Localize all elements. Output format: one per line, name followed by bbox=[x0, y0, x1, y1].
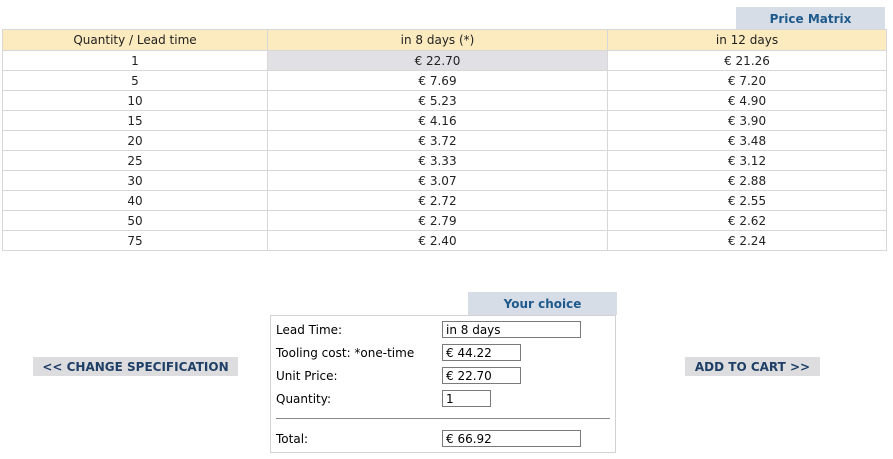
quantity-cell: 15 bbox=[2, 110, 268, 131]
price-8-days-cell[interactable]: € 2.40 bbox=[267, 230, 608, 251]
unit-price-label: Unit Price: bbox=[276, 369, 338, 383]
total-field[interactable]: € 66.92 bbox=[442, 430, 581, 447]
price-matrix-header-row: Quantity / Lead time in 8 days (*) in 12… bbox=[2, 29, 887, 51]
quantity-cell: 5 bbox=[2, 70, 268, 91]
quantity-field[interactable]: 1 bbox=[442, 390, 491, 407]
price-8-days-cell[interactable]: € 5.23 bbox=[267, 90, 608, 111]
quantity-cell: 1 bbox=[2, 50, 268, 71]
price-12-days-cell[interactable]: € 21.26 bbox=[607, 50, 887, 71]
quantity-cell: 50 bbox=[2, 210, 268, 231]
header-8-days: in 8 days (*) bbox=[267, 29, 608, 51]
price-8-days-cell[interactable]: € 3.07 bbox=[267, 170, 608, 191]
price-12-days-cell[interactable]: € 3.90 bbox=[607, 110, 887, 131]
price-matrix-table: Quantity / Lead time in 8 days (*) in 12… bbox=[2, 29, 887, 251]
header-quantity-lead-time: Quantity / Lead time bbox=[2, 29, 268, 51]
price-8-days-cell[interactable]: € 22.70 bbox=[267, 50, 608, 71]
tooling-cost-label: Tooling cost: *one-time bbox=[276, 346, 415, 360]
price-12-days-cell[interactable]: € 2.62 bbox=[607, 210, 887, 231]
price-matrix-row: 25 € 3.33 € 3.12 bbox=[2, 150, 887, 171]
price-matrix-row: 75 € 2.40 € 2.24 bbox=[2, 230, 887, 251]
price-matrix-row: 20 € 3.72 € 3.48 bbox=[2, 130, 887, 151]
your-choice-tab: Your choice bbox=[468, 292, 617, 315]
quantity-cell: 20 bbox=[2, 130, 268, 151]
price-12-days-cell[interactable]: € 2.88 bbox=[607, 170, 887, 191]
lead-time-field[interactable]: in 8 days bbox=[442, 321, 581, 338]
quantity-label: Quantity: bbox=[276, 392, 332, 406]
quantity-cell: 75 bbox=[2, 230, 268, 251]
price-12-days-cell[interactable]: € 4.90 bbox=[607, 90, 887, 111]
price-matrix-row: 40 € 2.72 € 2.55 bbox=[2, 190, 887, 211]
add-to-cart-button[interactable]: ADD TO CART >> bbox=[685, 357, 820, 376]
price-12-days-cell[interactable]: € 3.48 bbox=[607, 130, 887, 151]
change-specification-button[interactable]: << CHANGE SPECIFICATION bbox=[33, 357, 238, 376]
price-12-days-cell[interactable]: € 7.20 bbox=[607, 70, 887, 91]
price-12-days-cell[interactable]: € 2.24 bbox=[607, 230, 887, 251]
price-8-days-cell[interactable]: € 7.69 bbox=[267, 70, 608, 91]
price-matrix-row: 5 € 7.69 € 7.20 bbox=[2, 70, 887, 91]
quantity-cell: 25 bbox=[2, 150, 268, 171]
your-choice-panel: Lead Time: in 8 days Tooling cost: *one-… bbox=[270, 315, 616, 453]
divider bbox=[276, 418, 610, 419]
unit-price-field[interactable]: € 22.70 bbox=[442, 367, 521, 384]
price-8-days-cell[interactable]: € 2.72 bbox=[267, 190, 608, 211]
price-8-days-cell[interactable]: € 3.33 bbox=[267, 150, 608, 171]
quantity-cell: 10 bbox=[2, 90, 268, 111]
price-matrix-row: 10 € 5.23 € 4.90 bbox=[2, 90, 887, 111]
quantity-cell: 40 bbox=[2, 190, 268, 211]
price-8-days-cell[interactable]: € 4.16 bbox=[267, 110, 608, 131]
quantity-cell: 30 bbox=[2, 170, 268, 191]
price-matrix-row: 1 € 22.70 € 21.26 bbox=[2, 50, 887, 71]
tooling-cost-field[interactable]: € 44.22 bbox=[442, 344, 521, 361]
price-matrix-row: 30 € 3.07 € 2.88 bbox=[2, 170, 887, 191]
price-matrix-row: 15 € 4.16 € 3.90 bbox=[2, 110, 887, 131]
total-label: Total: bbox=[276, 432, 309, 446]
price-8-days-cell[interactable]: € 2.79 bbox=[267, 210, 608, 231]
price-matrix-tab: Price Matrix bbox=[736, 7, 885, 29]
price-12-days-cell[interactable]: € 3.12 bbox=[607, 150, 887, 171]
price-8-days-cell[interactable]: € 3.72 bbox=[267, 130, 608, 151]
header-12-days: in 12 days bbox=[607, 29, 887, 51]
lead-time-label: Lead Time: bbox=[276, 323, 343, 337]
price-12-days-cell[interactable]: € 2.55 bbox=[607, 190, 887, 211]
price-matrix-row: 50 € 2.79 € 2.62 bbox=[2, 210, 887, 231]
